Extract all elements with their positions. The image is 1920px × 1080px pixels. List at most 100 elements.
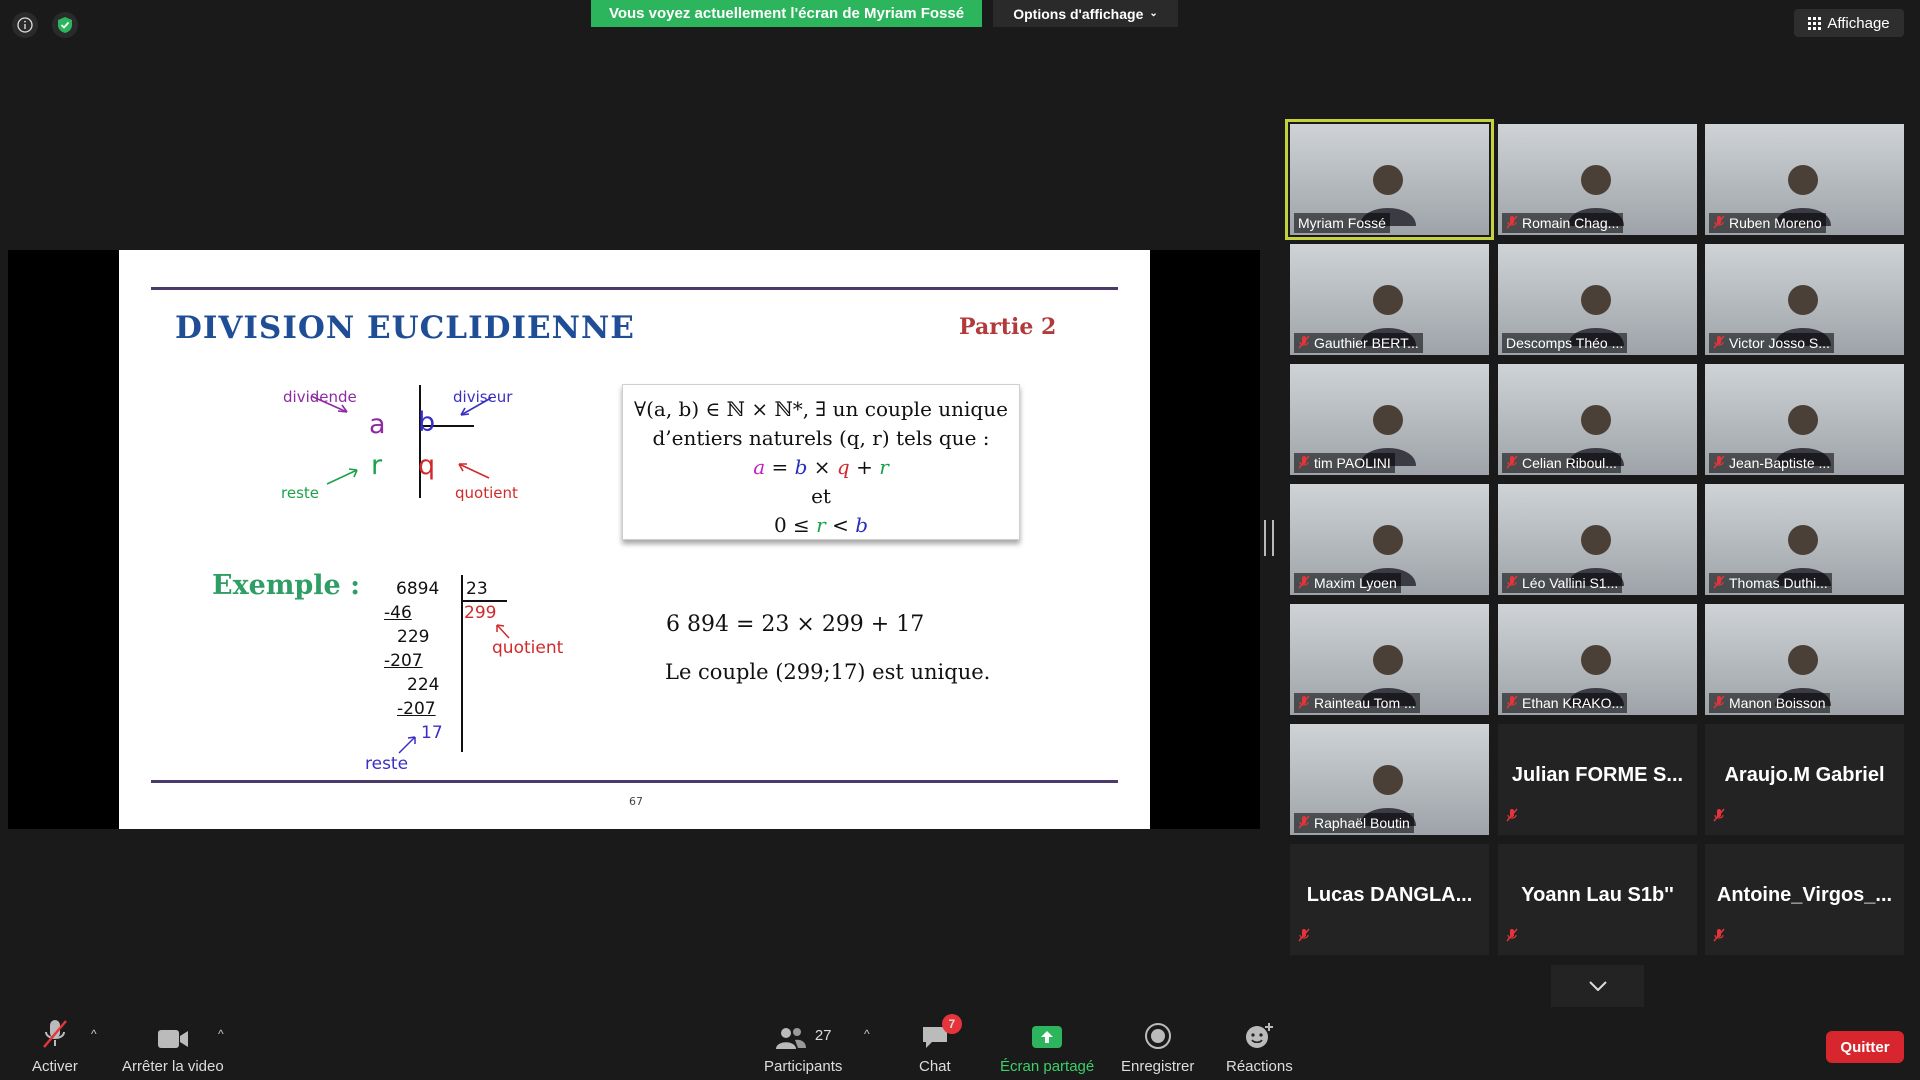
view-button[interactable]: Affichage — [1794, 9, 1904, 37]
mic-muted-icon — [1298, 928, 1310, 947]
share-screen-button[interactable]: Écran partagé — [1000, 1016, 1094, 1075]
participant-name: Manon Boisson — [1729, 695, 1826, 711]
security-shield-icon[interactable] — [52, 12, 78, 38]
participants-icon — [775, 1028, 806, 1049]
participant-tile[interactable]: Maxim Lyoen — [1290, 484, 1489, 595]
theorem-line-1: ∀(a, b) ∈ ℕ × ℕ*, ∃ un couple unique — [634, 397, 1008, 421]
participant-name: Julian FORME S... — [1511, 764, 1684, 786]
participant-name: Ruben Moreno — [1729, 215, 1822, 231]
participant-tile[interactable]: Descomps Théo ... — [1498, 244, 1697, 355]
participant-tile[interactable]: Ethan KRAKO... — [1498, 604, 1697, 715]
reactions-icon — [1246, 1023, 1274, 1048]
theorem-et: et — [811, 484, 831, 508]
participant-tile[interactable]: Celian Riboul... — [1498, 364, 1697, 475]
ineq-zero: 0 ≤ — [773, 513, 817, 537]
participant-name-tag: Maxim Lyoen — [1294, 573, 1401, 593]
participant-tile[interactable]: Rainteau Tom ... — [1290, 604, 1489, 715]
stop-video-button[interactable]: Arrêter la video — [122, 1016, 224, 1075]
participant-tile[interactable]: Thomas Duthi... — [1705, 484, 1904, 595]
resize-handle[interactable] — [1264, 520, 1274, 556]
participant-tile[interactable]: Victor Josso S... — [1705, 244, 1904, 355]
participant-tile[interactable]: Léo Vallini S1... — [1498, 484, 1697, 595]
chat-badge: 7 — [941, 1014, 962, 1034]
mic-muted-icon — [1298, 455, 1310, 472]
example-equation: 6 894 = 23 × 299 + 17 — [666, 612, 925, 637]
chevron-down-icon — [1588, 981, 1607, 991]
participants-count: 27 — [814, 1027, 832, 1044]
participant-tile[interactable]: Manon Boisson — [1705, 604, 1904, 715]
participant-tile[interactable]: Jean-Baptiste ... — [1705, 364, 1904, 475]
page-number: 67 — [629, 795, 643, 808]
participant-tile[interactable]: tim PAOLINI — [1290, 364, 1489, 475]
grid-icon — [1808, 16, 1822, 30]
share-screen-icon — [1032, 1026, 1063, 1048]
audio-caret-icon[interactable]: ^ — [91, 1027, 97, 1041]
letter-q: q — [418, 450, 436, 481]
participant-name: Thomas Duthi... — [1729, 575, 1828, 591]
mic-muted-icon — [1506, 928, 1518, 947]
mic-muted-icon — [1298, 695, 1310, 712]
participant-name-tag: Rainteau Tom ... — [1294, 693, 1420, 713]
participants-button[interactable]: 27 Participants — [764, 1016, 842, 1075]
view-options-button[interactable]: Options d'affichage ⌄ — [993, 0, 1178, 27]
slide-part: Partie 2 — [959, 314, 1057, 340]
participant-tile[interactable]: Romain Chag... — [1498, 124, 1697, 235]
uniqueness-statement: Le couple (299;17) est unique. — [665, 660, 991, 684]
participant-name-tag: tim PAOLINI — [1294, 453, 1395, 473]
theorem-box: ∀(a, b) ∈ ℕ × ℕ*, ∃ un couple unique d’e… — [622, 384, 1020, 540]
participant-tile[interactable]: Gauthier BERT... — [1290, 244, 1489, 355]
view-label: Affichage — [1827, 14, 1890, 32]
participant-name: Lucas DANGLA... — [1306, 884, 1473, 906]
participant-name: Raphaël Boutin — [1314, 815, 1410, 831]
label-diviseur: diviseur — [453, 388, 513, 406]
participant-tile[interactable]: Yoann Lau S1b'' — [1498, 844, 1697, 955]
participant-name-tag: Descomps Théo ... — [1502, 333, 1628, 353]
participant-tile[interactable]: Julian FORME S... — [1498, 724, 1697, 835]
participant-name: Léo Vallini S1... — [1522, 575, 1619, 591]
annotation-arrows — [398, 624, 510, 754]
participant-name: Jean-Baptiste ... — [1729, 455, 1831, 471]
bottom-rule — [151, 780, 1118, 783]
chat-button[interactable]: 7 Chat — [919, 1014, 962, 1075]
gallery-next-button[interactable] — [1551, 965, 1644, 1007]
participants-caret-icon[interactable]: ^ — [864, 1027, 870, 1041]
ineq-b: b — [855, 513, 869, 537]
mic-muted-icon — [1506, 455, 1518, 472]
mic-muted-icon — [1506, 575, 1518, 592]
record-label: Enregistrer — [1121, 1058, 1195, 1075]
leave-button[interactable]: Quitter — [1826, 1031, 1904, 1063]
participant-tile[interactable]: Lucas DANGLA... — [1290, 844, 1489, 955]
share-screen-label: Écran partagé — [1000, 1058, 1095, 1075]
participant-tile[interactable]: Antoine_Virgos_... — [1705, 844, 1904, 955]
participant-name: Rainteau Tom ... — [1314, 695, 1416, 711]
record-icon — [1144, 1023, 1171, 1049]
eq-q: q — [836, 455, 850, 479]
participant-name: Yoann Lau S1b'' — [1521, 884, 1674, 906]
participant-name-tag: Raphaël Boutin — [1294, 813, 1414, 833]
unmute-label: Activer — [32, 1058, 78, 1075]
top-icons — [12, 12, 78, 38]
participant-name-tag: Celian Riboul... — [1502, 453, 1621, 473]
mic-muted-icon — [1298, 815, 1310, 832]
participant-tile[interactable]: Ruben Moreno — [1705, 124, 1904, 235]
participant-tile[interactable]: Araujo.M Gabriel — [1705, 724, 1904, 835]
video-caret-icon[interactable]: ^ — [218, 1027, 224, 1041]
mic-muted-icon — [1506, 808, 1518, 827]
eq-r: r — [879, 455, 889, 479]
chevron-down-icon: ⌄ — [1149, 8, 1158, 19]
letter-a: a — [369, 409, 386, 440]
eq-a: a — [753, 455, 766, 479]
eq-equals: = — [765, 455, 795, 479]
info-icon[interactable] — [12, 12, 38, 38]
chat-label: Chat — [919, 1058, 951, 1075]
screen-share-banner: Vous voyez actuellement l'écran de Myria… — [591, 0, 982, 27]
participant-name: Romain Chag... — [1522, 215, 1620, 231]
reactions-button[interactable]: Réactions — [1226, 1016, 1293, 1075]
participant-tile[interactable]: Myriam Fossé — [1285, 119, 1494, 240]
unmute-button[interactable]: Activer — [32, 1016, 78, 1075]
participant-name-tag: Thomas Duthi... — [1709, 573, 1832, 593]
participant-name-tag: Victor Josso S... — [1709, 333, 1834, 353]
record-button[interactable]: Enregistrer — [1121, 1016, 1194, 1075]
eq-plus: + — [849, 455, 880, 479]
participant-tile[interactable]: Raphaël Boutin — [1290, 724, 1489, 835]
